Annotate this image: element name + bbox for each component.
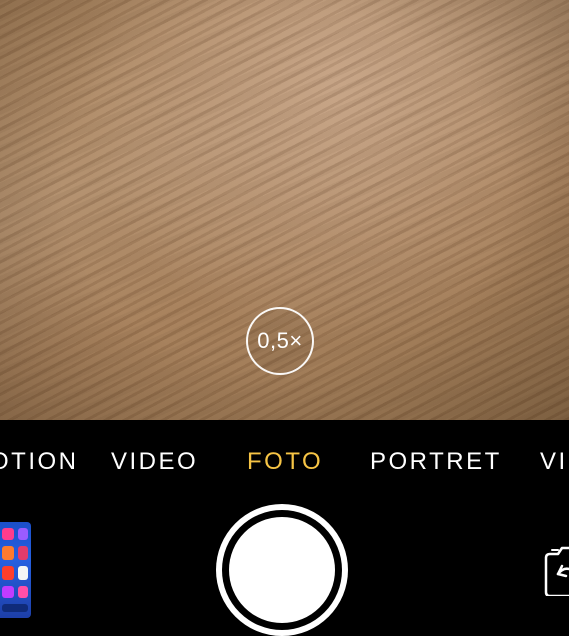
shutter-button[interactable]	[216, 504, 348, 636]
thumbnail-tile	[2, 586, 14, 598]
mode-photo[interactable]: FOTO	[247, 448, 323, 476]
zoom-button[interactable]: 0,5×	[246, 307, 314, 375]
thumbnail-tile	[18, 566, 28, 580]
zoom-label: 0,5×	[257, 328, 303, 353]
mode-square[interactable]: VIE	[540, 448, 569, 476]
mode-video[interactable]: VIDEO	[111, 448, 198, 476]
thumbnail-tile	[2, 566, 14, 580]
thumbnail-tile	[18, 546, 28, 560]
camera-mode-selector[interactable]: OTION VIDEO FOTO PORTRET VIE	[0, 420, 569, 502]
mode-portrait[interactable]: PORTRET	[370, 448, 502, 476]
camera-viewfinder[interactable]: 0,5×	[0, 0, 569, 420]
camera-flip-icon-graphic	[544, 546, 569, 598]
shutter-inner	[229, 517, 335, 623]
last-photo-thumbnail[interactable]	[0, 522, 31, 618]
camera-flip-icon[interactable]	[544, 544, 569, 598]
camera-controls-bar	[0, 502, 569, 636]
thumbnail-tile	[2, 604, 28, 612]
mode-slow-motion[interactable]: OTION	[0, 448, 79, 476]
thumbnail-tile	[2, 546, 14, 560]
thumbnail-tile	[18, 528, 28, 540]
thumbnail-tile	[18, 586, 28, 598]
thumbnail-tile	[2, 528, 14, 540]
